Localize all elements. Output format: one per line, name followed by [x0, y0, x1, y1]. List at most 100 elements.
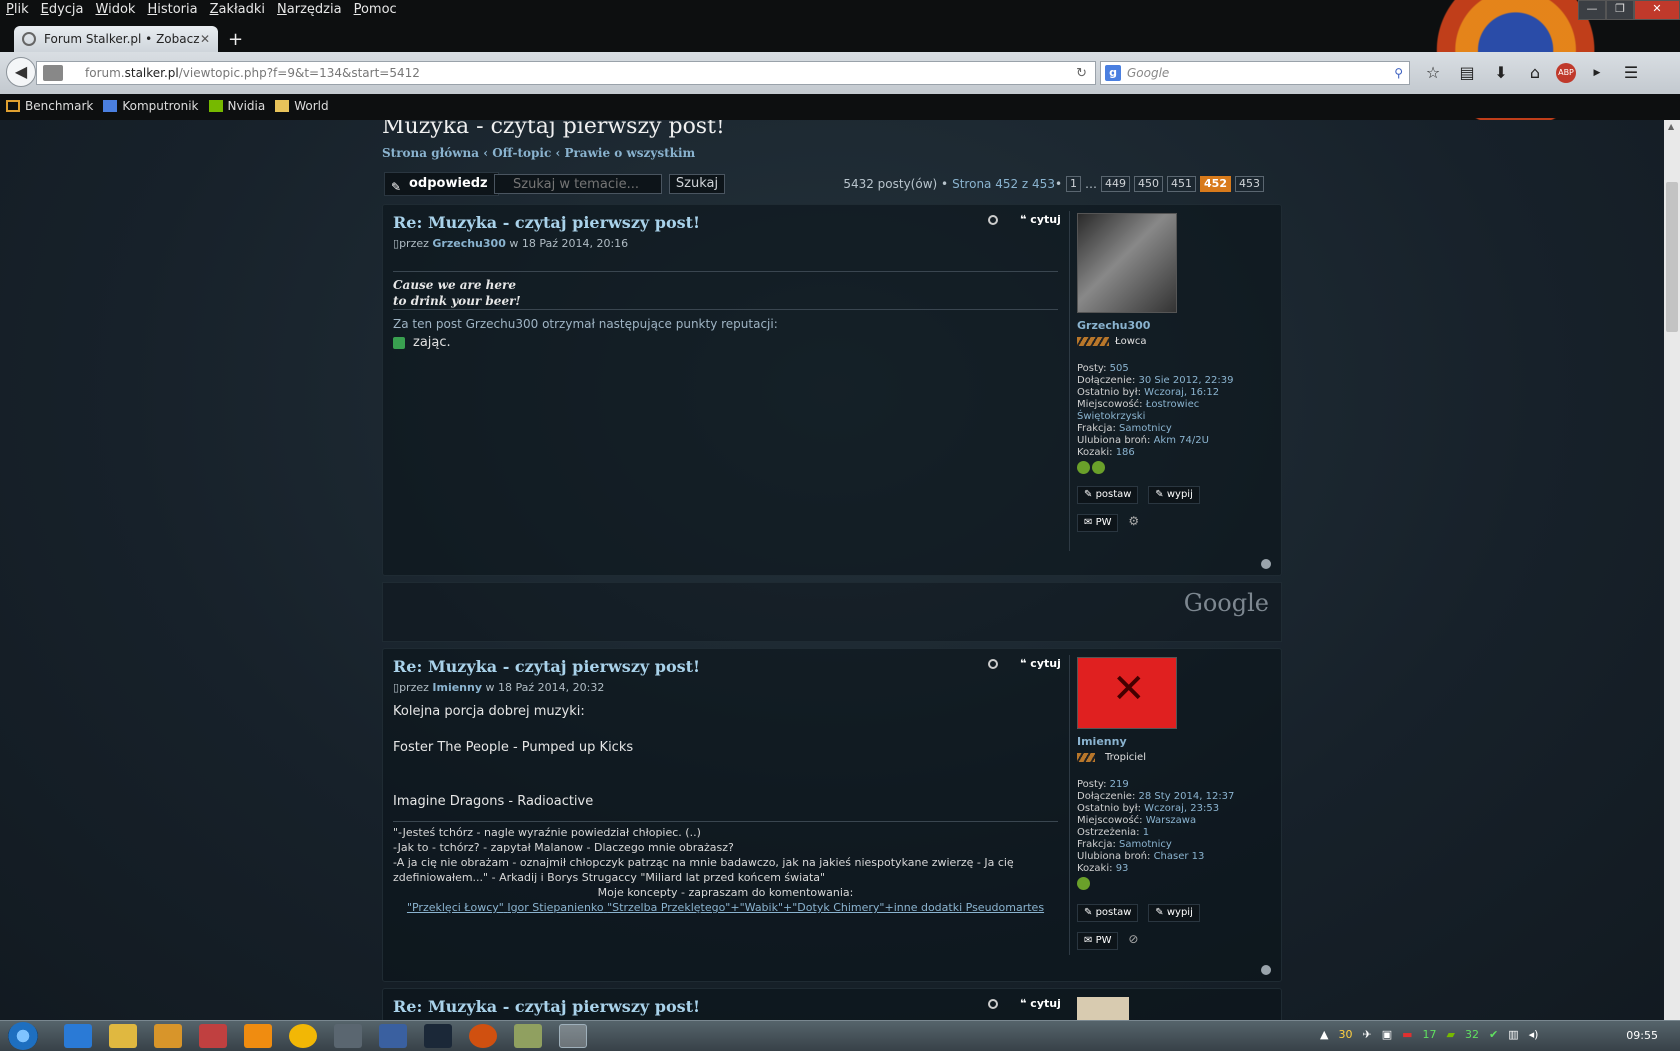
google-engine-icon[interactable]: g: [1105, 65, 1121, 81]
tray-temp-1: 30: [1338, 1028, 1353, 1041]
downloads-icon[interactable]: ⬇: [1488, 62, 1514, 84]
avatar[interactable]: [1077, 213, 1177, 313]
menu-narzedzia[interactable]: Narzędzia: [271, 0, 348, 20]
search-bar[interactable]: g Google ⚲: [1100, 61, 1410, 85]
home-icon[interactable]: ⌂: [1522, 62, 1548, 84]
profile-username[interactable]: Grzechu300: [1077, 319, 1267, 332]
bookmark-komputronik[interactable]: Komputronik: [103, 99, 199, 113]
bookmark-star-icon[interactable]: ☆: [1420, 62, 1446, 84]
minimize-button[interactable]: —: [1578, 0, 1606, 20]
menu-edycja[interactable]: Edycja: [35, 0, 90, 20]
vertical-scrollbar[interactable]: ▲: [1664, 120, 1680, 1020]
app-icon[interactable]: [289, 1024, 317, 1048]
settings-icon[interactable]: ⚙: [1128, 514, 1139, 528]
app-icon[interactable]: [514, 1024, 542, 1048]
page-449[interactable]: 449: [1101, 176, 1131, 192]
sig-link-przekleci[interactable]: "Przeklęci Łowcy": [407, 901, 504, 914]
reload-icon[interactable]: ↻: [1076, 66, 1087, 81]
steam-icon[interactable]: [424, 1024, 452, 1048]
drink-button[interactable]: ✎ wypij: [1148, 486, 1200, 504]
tray-expand-icon[interactable]: ▲: [1320, 1028, 1328, 1041]
tray-app-icon[interactable]: ✈: [1362, 1028, 1371, 1041]
check-icon[interactable]: ✔: [1489, 1028, 1498, 1041]
volume-icon[interactable]: ◂): [1529, 1028, 1539, 1041]
topic-search-input[interactable]: [494, 174, 662, 194]
page-453[interactable]: 453: [1235, 176, 1264, 192]
tray-app-icon[interactable]: ▣: [1382, 1028, 1392, 1041]
menu-widok[interactable]: Widok: [90, 0, 142, 20]
search-icon[interactable]: ⚲: [1394, 66, 1403, 80]
report-icon[interactable]: [988, 658, 998, 669]
report-icon[interactable]: [988, 214, 998, 225]
nvidia-tray-icon[interactable]: ▰: [1447, 1028, 1455, 1041]
app-icon[interactable]: [469, 1024, 497, 1048]
post-title[interactable]: Re: Muzyka - czytaj pierwszy post!: [393, 997, 700, 1016]
page-451[interactable]: 451: [1167, 176, 1197, 192]
firefox-taskbar-icon[interactable]: [559, 1024, 587, 1048]
scroll-up-icon[interactable]: ▲: [1668, 122, 1674, 131]
quote-button[interactable]: ❝ cytuj: [1020, 657, 1061, 670]
post-author[interactable]: Imienny: [432, 681, 482, 694]
page-450[interactable]: 450: [1134, 176, 1164, 192]
menu-zakladki[interactable]: Zakładki: [204, 0, 271, 20]
quote-button[interactable]: ❝ cytuj: [1020, 997, 1061, 1010]
breadcrumb[interactable]: Strona główna ‹ Off-topic ‹ Prawie o wsz…: [382, 146, 695, 160]
close-window-button[interactable]: ✕: [1634, 0, 1680, 20]
bookmark-benchmark[interactable]: Benchmark: [6, 99, 93, 113]
post-title[interactable]: Re: Muzyka - czytaj pierwszy post!: [393, 657, 700, 676]
reply-button[interactable]: ✎ odpowiedz: [384, 172, 499, 196]
menu-historia[interactable]: Historia: [141, 0, 203, 20]
quote-button[interactable]: ❝ cytuj: [1020, 213, 1061, 226]
bookmark-nvidia[interactable]: Nvidia: [208, 99, 265, 113]
post-meta: ▯przez Imienny w 18 Paź 2014, 20:32: [393, 681, 605, 694]
page-label[interactable]: Strona 452 z 453: [952, 177, 1055, 191]
youtube-icon[interactable]: ▶: [1584, 62, 1610, 84]
sig-link-igor[interactable]: Igor Stiepanienko: [507, 901, 603, 914]
drink-button[interactable]: ✎ wypij: [1148, 904, 1200, 922]
menu-hamburger-icon[interactable]: ☰: [1618, 62, 1644, 84]
sig-link-strzelba[interactable]: "Strzelba Przeklętego"+"Wabik"+"Dotyk Ch…: [607, 901, 962, 914]
tab-close-icon[interactable]: ✕: [200, 32, 210, 46]
back-button[interactable]: ◀: [6, 57, 36, 87]
media-player-icon[interactable]: [154, 1024, 182, 1048]
post-count: 5432 posty(ów) •: [843, 177, 949, 191]
tray-app-icon[interactable]: ▬: [1402, 1028, 1412, 1041]
explorer-icon[interactable]: [109, 1024, 137, 1048]
back-to-top-icon[interactable]: [1261, 559, 1271, 569]
bookmarks-list-icon[interactable]: ▤: [1454, 62, 1480, 84]
give-kozak-button[interactable]: ✎ postaw: [1077, 486, 1139, 504]
topic-search-button[interactable]: Szukaj: [669, 174, 725, 194]
menu-plik[interactable]: Plik: [0, 0, 35, 20]
bookmark-world[interactable]: World: [275, 99, 329, 113]
maximize-button[interactable]: ❐: [1606, 0, 1634, 20]
give-kozak-button[interactable]: ✎ postaw: [1077, 904, 1139, 922]
tab-forum-stalker[interactable]: Forum Stalker.pl • Zobacz t... ✕: [14, 26, 218, 52]
app-icon[interactable]: [199, 1024, 227, 1048]
sig-link-pseudomartes[interactable]: Pseudomartes: [966, 901, 1044, 914]
report-icon[interactable]: [988, 998, 998, 1009]
adblock-icon[interactable]: ABP: [1556, 63, 1576, 83]
ie-icon[interactable]: [64, 1024, 92, 1048]
plane-icon[interactable]: [334, 1024, 362, 1048]
start-button[interactable]: [8, 1022, 38, 1050]
page-1[interactable]: 1: [1066, 176, 1082, 192]
block-icon[interactable]: ⊘: [1128, 932, 1138, 946]
save-icon[interactable]: [379, 1024, 407, 1048]
pm-button[interactable]: ✉ PW: [1077, 932, 1119, 950]
scrollbar-thumb[interactable]: [1666, 182, 1678, 332]
page-current: 452: [1200, 176, 1231, 192]
url-bar[interactable]: forum.stalker.pl/viewtopic.php?f=9&t=134…: [36, 61, 1096, 85]
vlc-icon[interactable]: [244, 1024, 272, 1048]
avatar[interactable]: ✕: [1077, 657, 1177, 729]
rank-bars-icon: [1077, 753, 1095, 762]
radiation-medal-icon: [1077, 877, 1090, 890]
avatar[interactable]: [1077, 997, 1129, 1020]
menu-pomoc[interactable]: Pomoc: [348, 0, 403, 20]
back-to-top-icon[interactable]: [1261, 965, 1271, 975]
profile-username[interactable]: Imienny: [1077, 735, 1267, 748]
new-tab-button[interactable]: +: [228, 28, 243, 52]
post-title[interactable]: Re: Muzyka - czytaj pierwszy post!: [393, 213, 700, 232]
post-author[interactable]: Grzechu300: [432, 237, 505, 250]
network-icon[interactable]: ▥: [1508, 1028, 1518, 1041]
pm-button[interactable]: ✉ PW: [1077, 514, 1119, 532]
